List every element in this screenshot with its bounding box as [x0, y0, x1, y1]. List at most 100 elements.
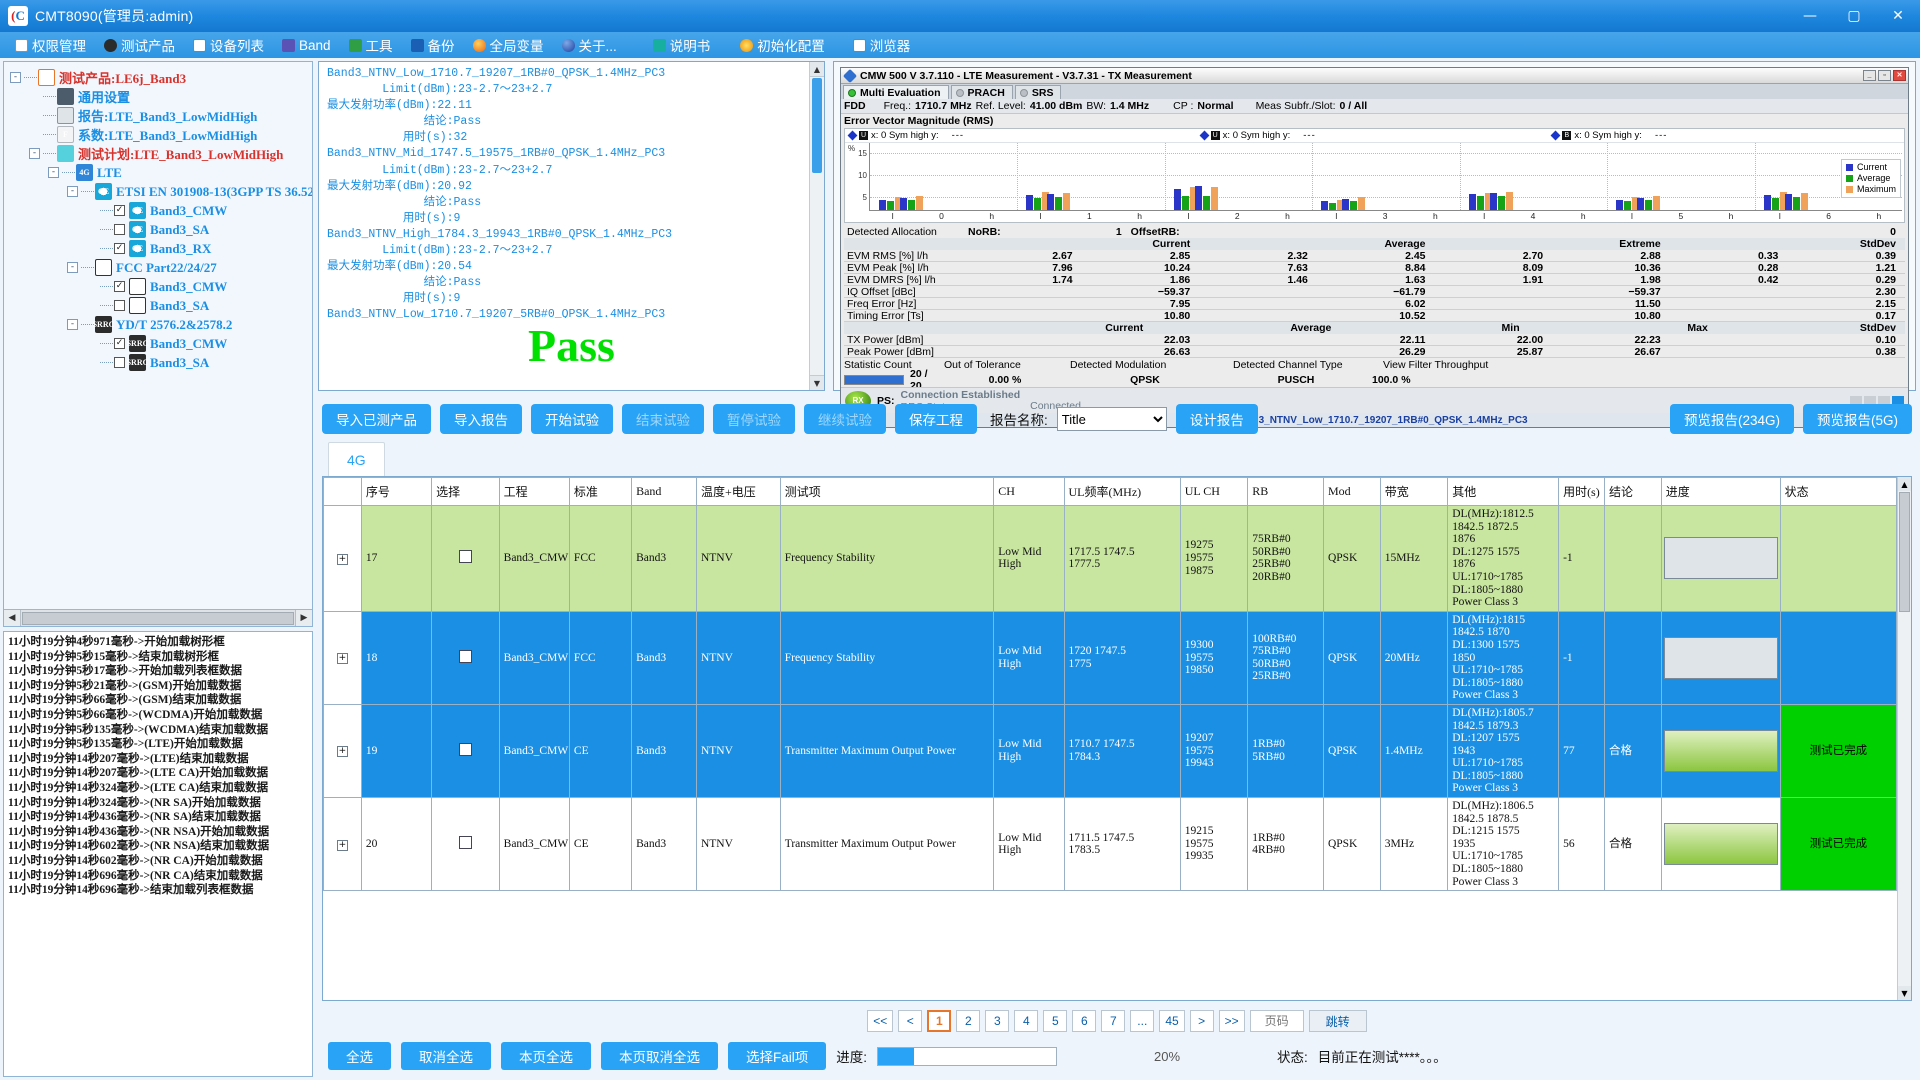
row-expander[interactable]: + — [323, 703, 362, 799]
tree-expander[interactable]: - — [67, 262, 78, 273]
column-header[interactable]: 其他 — [1447, 477, 1560, 506]
menu-item-about[interactable]: 关于... — [553, 32, 626, 58]
column-header[interactable] — [323, 477, 362, 506]
pager-jump-button[interactable]: 跳转 — [1308, 1010, 1367, 1032]
window-controls[interactable]: — ▢ ✕ — [1788, 0, 1920, 32]
select-all-button[interactable]: 全选 — [328, 1042, 391, 1070]
tree-node[interactable]: - SRRC YD/T 2576.2&2578.2 — [10, 315, 310, 334]
column-header[interactable]: 带宽 — [1379, 477, 1449, 506]
pager-page-45[interactable]: 45 — [1159, 1010, 1185, 1032]
tree-node[interactable]: - 测试计划:LTE_Band3_LowMidHigh — [10, 144, 310, 163]
scroll-up-icon[interactable]: ▲ — [810, 62, 824, 77]
tree-node[interactable]: ✓ CE Band3_RX — [10, 239, 310, 258]
column-header[interactable]: 测试项 — [779, 477, 995, 506]
tree-checkbox[interactable] — [114, 224, 125, 235]
pager-page-7[interactable]: 7 — [1101, 1010, 1126, 1032]
row-expander[interactable]: + — [323, 505, 362, 612]
column-header[interactable]: UL CH — [1179, 477, 1249, 506]
tree-checkbox[interactable]: ✓ — [114, 205, 125, 216]
pager-page-5[interactable]: 5 — [1043, 1010, 1068, 1032]
menu-item-backup[interactable]: 备份 — [402, 32, 464, 58]
tree-node[interactable]: - CE ETSI EN 301908-13(3GPP TS 36.521-1 — [10, 182, 312, 201]
preview-report-234g-button[interactable]: 预览报告(234G) — [1669, 404, 1794, 434]
tree-node[interactable]: CE Band3_SA — [10, 220, 310, 239]
tree-checkbox[interactable] — [114, 357, 125, 368]
column-header[interactable]: RB — [1247, 477, 1324, 506]
cmw-tabs[interactable]: Multi Evaluation PRACH SRS — [841, 84, 1908, 99]
tab-srs[interactable]: SRS — [1014, 85, 1062, 99]
menu-item-device-list[interactable]: 设备列表 — [184, 32, 273, 58]
row-select-checkbox[interactable] — [431, 797, 500, 892]
grid-vertical-scrollbar[interactable]: ▲ ▼ — [1897, 477, 1911, 1000]
tree-node[interactable]: 通用设置 — [10, 87, 310, 106]
save-project-button[interactable]: 保存工程 — [895, 404, 977, 434]
tree-node[interactable]: FC Band3_SA — [10, 296, 310, 315]
tree-checkbox[interactable]: ✓ — [114, 243, 125, 254]
pager-first[interactable]: << — [867, 1010, 894, 1032]
row-select-checkbox[interactable] — [431, 610, 500, 705]
tab-4g[interactable]: 4G — [328, 442, 385, 476]
select-page-button[interactable]: 本页全选 — [501, 1042, 591, 1070]
column-header[interactable]: 工程 — [498, 477, 570, 506]
deselect-page-button[interactable]: 本页取消全选 — [601, 1042, 718, 1070]
resume-test-button[interactable]: 继续试验 — [804, 404, 886, 434]
scroll-left-icon[interactable]: ◀ — [4, 610, 21, 626]
report-name-select[interactable]: Title — [1056, 407, 1167, 431]
pager-page-input[interactable] — [1249, 1010, 1304, 1032]
end-test-button[interactable]: 结束试验 — [622, 404, 704, 434]
pager-page-4[interactable]: 4 — [1014, 1010, 1039, 1032]
cmw-minimize-button[interactable]: _ — [1863, 70, 1876, 81]
menu-item-global-variable[interactable]: 全局变量 — [464, 32, 553, 58]
menu-item-permissions[interactable]: 权限管理 — [6, 32, 95, 58]
tree-checkbox[interactable]: ✓ — [114, 338, 125, 349]
tree-node[interactable]: ✓ CE Band3_CMW — [10, 201, 310, 220]
menu-item-band[interactable]: Band — [273, 32, 340, 58]
cmw-close-button[interactable]: ✕ — [1893, 70, 1906, 81]
tree-checkbox[interactable] — [114, 300, 125, 311]
preview-report-5g-button[interactable]: 预览报告(5G) — [1803, 404, 1912, 434]
pager-page-6[interactable]: 6 — [1072, 1010, 1097, 1032]
column-header[interactable]: CH — [993, 477, 1065, 506]
result-vertical-scrollbar[interactable]: ▲ ▼ — [809, 62, 824, 390]
scroll-right-icon[interactable]: ▶ — [295, 610, 312, 626]
menu-item-init-config[interactable]: 初始化配置 — [731, 32, 834, 58]
tree-node[interactable]: - 测试产品:LE6j_Band3 — [10, 68, 310, 87]
pager-prev[interactable]: < — [898, 1010, 923, 1032]
menu-item-browser[interactable]: 浏览器 — [844, 32, 920, 58]
column-header[interactable]: 标准 — [568, 477, 633, 506]
table-row[interactable]: +18 Band3_CMW FCC Band3 NTNV Frequency Stabil… — [323, 610, 1897, 705]
menu-item-test-product[interactable]: 测试产品 — [95, 32, 184, 58]
select-fail-items-button[interactable]: 选择Fail项 — [728, 1042, 827, 1070]
scroll-down-icon[interactable]: ▼ — [1898, 986, 1911, 1000]
tree-expander[interactable]: - — [29, 148, 40, 159]
column-header[interactable]: Band — [631, 477, 697, 506]
tree-expander[interactable]: - — [67, 319, 78, 330]
minimize-button[interactable]: — — [1788, 0, 1832, 32]
scroll-up-icon[interactable]: ▲ — [1898, 477, 1911, 491]
row-select-checkbox[interactable] — [431, 505, 500, 612]
menu-item-tools[interactable]: 工具 — [340, 32, 402, 58]
start-test-button[interactable]: 开始试验 — [531, 404, 613, 434]
import-report-button[interactable]: 导入报告 — [440, 404, 522, 434]
maximize-button[interactable]: ▢ — [1832, 0, 1876, 32]
row-expander[interactable]: + — [323, 797, 362, 892]
tree-node[interactable]: F 系数:LTE_Band3_LowMidHigh — [10, 125, 310, 144]
pager-page-3[interactable]: 3 — [985, 1010, 1010, 1032]
tree-node[interactable]: SRRC Band3_SA — [10, 353, 310, 372]
scroll-thumb[interactable] — [1899, 492, 1910, 612]
row-select-checkbox[interactable] — [431, 703, 500, 799]
tree-node[interactable]: ✓ FC Band3_CMW — [10, 277, 310, 296]
pager-last[interactable]: >> — [1218, 1010, 1245, 1032]
tree-horizontal-scrollbar[interactable]: ◀ ▶ — [4, 609, 312, 626]
tree-node[interactable]: - 4G LTE — [10, 163, 310, 182]
column-header[interactable]: 序号 — [360, 477, 433, 506]
close-button[interactable]: ✕ — [1876, 0, 1920, 32]
pager-page-1[interactable]: 1 — [927, 1010, 952, 1032]
column-header[interactable]: 进度 — [1660, 477, 1781, 506]
tree-expander[interactable]: - — [10, 72, 21, 83]
tab-multi-evaluation[interactable]: Multi Evaluation — [843, 85, 949, 99]
cmw-maximize-button[interactable]: ▫ — [1878, 70, 1891, 81]
column-header[interactable]: 温度+电压 — [695, 477, 781, 506]
design-report-button[interactable]: 设计报告 — [1175, 404, 1258, 434]
scroll-thumb[interactable] — [22, 611, 294, 625]
